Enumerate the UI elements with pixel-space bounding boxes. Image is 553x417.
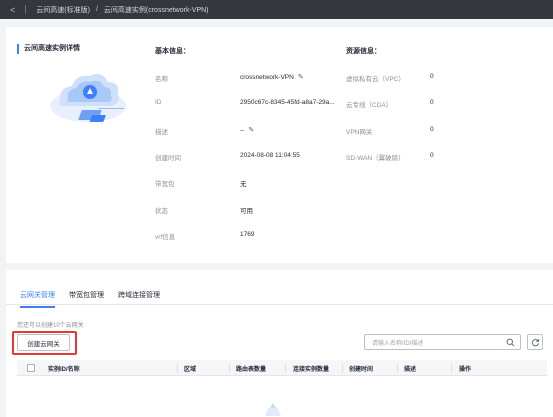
vrf-value: 1769 (240, 231, 255, 238)
created-time-value: 2024-08-08 11:04:55 (240, 152, 300, 159)
divider (25, 5, 27, 14)
breadcrumb-current: 云间高速实例(crossnetwork-VPN) (103, 6, 209, 14)
column-divider (285, 363, 286, 373)
vpn-gateway-label: VPN网关 (346, 129, 373, 136)
column-description: 描述 (404, 367, 417, 373)
cloud-router-illustration-icon (50, 74, 126, 122)
edit-name-icon[interactable]: ✎ (298, 73, 304, 81)
column-divider (342, 363, 343, 373)
vpc-label: 虚拟私有云（VPC） (346, 76, 405, 83)
breadcrumb-separator: / (95, 6, 98, 13)
select-all-checkbox[interactable] (27, 364, 35, 372)
vpn-gateway-count: 0 (430, 126, 434, 133)
tab-cloud-gateway[interactable]: 云网关管理 (20, 290, 55, 308)
column-actions: 操作 (459, 367, 472, 373)
column-divider (451, 363, 452, 373)
column-divider (397, 363, 398, 373)
column-divider (229, 363, 230, 373)
basic-info-title: 基本信息： (155, 48, 190, 55)
bandwidth-package-label: 带宽包 (155, 181, 175, 188)
search-input[interactable]: 请输入名称/ID/描述 (364, 334, 521, 350)
tab-divider (6, 304, 553, 305)
table-header: 实例ID/名称 区域 路由表数量 连接实例数量 创建时间 描述 操作 (17, 360, 547, 376)
column-connected-instances: 连接实例数量 (293, 367, 330, 373)
description-label: 描述 (155, 129, 168, 136)
vrf-label: vrf信息 (155, 234, 176, 241)
cda-count: 0 (430, 99, 434, 106)
detail-title: 云间高速实例详情 (17, 44, 80, 54)
gateway-quota-text: 您还可以创建10个云网关 (17, 323, 84, 329)
refresh-icon (531, 338, 539, 346)
bandwidth-package-value: 无 (240, 181, 247, 188)
id-label: ID (155, 99, 162, 106)
name-value: crossnetwork-VPN ✎ (240, 73, 304, 81)
status-value: 可用 (240, 208, 253, 215)
column-route-tables: 路由表数量 (236, 367, 267, 373)
description-value: -- ✎ (240, 126, 254, 134)
id-value: 2950c67c-8345-45fd-a8a7-29a... (240, 99, 335, 106)
create-cloud-gateway-button[interactable]: 创建云网关 (17, 334, 70, 351)
empty-state-icon (265, 403, 281, 416)
search-placeholder: 请输入名称/ID/描述 (372, 340, 424, 347)
sdwan-count: 0 (430, 152, 434, 159)
name-text: crossnetwork-VPN (240, 74, 294, 81)
column-region: 区域 (184, 367, 197, 373)
column-instance-id: 实例ID/名称 (48, 367, 80, 373)
breadcrumb: < 云间高速(标准版) / 云间高速实例(crossnetwork-VPN) (0, 0, 553, 19)
description-text: -- (240, 127, 245, 134)
search-icon[interactable] (506, 338, 515, 347)
breadcrumb-parent[interactable]: 云间高速(标准版) (36, 5, 90, 15)
back-icon[interactable]: < (10, 5, 15, 15)
status-label: 状态 (155, 208, 168, 215)
created-time-label: 创建时间 (155, 155, 181, 162)
sdwan-label: SD-WAN（翼破除） (346, 155, 405, 162)
resource-info-title: 资源信息： (346, 48, 381, 55)
edit-description-icon[interactable]: ✎ (248, 126, 254, 134)
column-created-time: 创建时间 (349, 367, 374, 373)
column-divider (177, 363, 178, 373)
name-label: 名称 (155, 76, 168, 83)
refresh-button[interactable] (527, 334, 543, 350)
vpc-count: 0 (430, 73, 434, 80)
tab-bandwidth-package[interactable]: 带宽包管理 (69, 290, 104, 308)
cda-label: 云专线（CDA） (346, 102, 393, 109)
tab-cross-domain[interactable]: 跨域连接管理 (118, 290, 160, 308)
tab-bar: 云网关管理 带宽包管理 跨域连接管理 (20, 290, 160, 308)
